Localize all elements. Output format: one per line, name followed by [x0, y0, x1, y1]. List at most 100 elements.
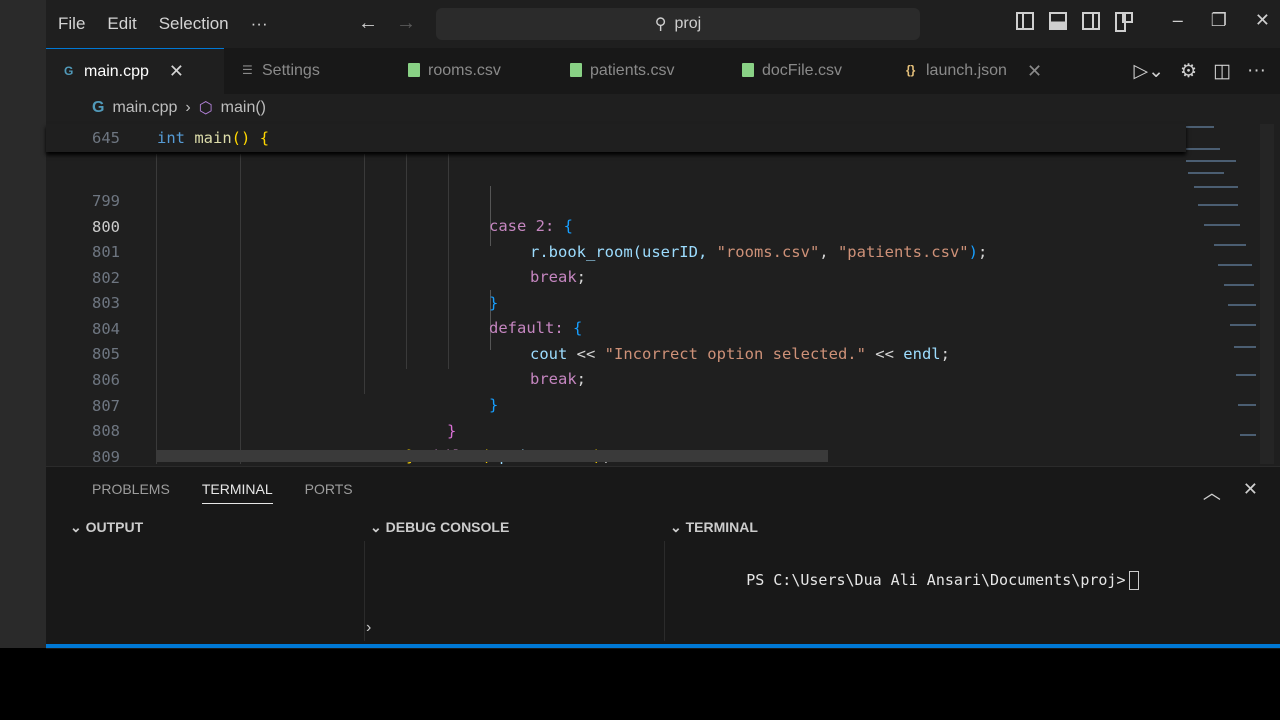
minimap-line: [1238, 404, 1256, 406]
code-line: 799 case 2: {: [46, 164, 1186, 235]
toggle-panel-icon[interactable]: [1049, 12, 1067, 30]
search-label: proj: [674, 15, 702, 32]
minimap-line: [1230, 324, 1256, 326]
title-bar: File Edit Selection ··· ← → ⚲ proj – ❐ ✕: [46, 0, 1280, 48]
minimap-line: [1218, 264, 1252, 266]
tab-patients-csv[interactable]: patients.csv: [552, 48, 724, 94]
minimap-line: [1214, 244, 1246, 246]
customize-layout-icon[interactable]: [1115, 12, 1133, 32]
toggle-primary-sidebar-icon[interactable]: [1016, 12, 1034, 30]
chevron-right-icon: ›: [185, 99, 191, 116]
cpp-icon: G: [64, 64, 74, 78]
vscode-window: File Edit Selection ··· ← → ⚲ proj – ❐ ✕…: [46, 0, 1280, 649]
terminal-prompt: PS C:\Users\Dua Ali Ansari\Documents\pro…: [746, 571, 1126, 589]
gear-icon[interactable]: ⚙: [1180, 60, 1197, 83]
debug-console-input[interactable]: ›: [366, 619, 664, 641]
run-debug-icon[interactable]: ▷⌄: [1133, 60, 1164, 83]
cpp-icon: G: [92, 99, 105, 116]
maximize-panel-icon[interactable]: ︿: [1203, 479, 1221, 505]
close-window-icon[interactable]: ✕: [1255, 10, 1270, 31]
back-arrow-icon[interactable]: ←: [358, 12, 378, 35]
toggle-secondary-sidebar-icon[interactable]: [1082, 12, 1100, 30]
debug-console-title: DEBUG CONSOLE: [385, 519, 510, 535]
tab-label: main.cpp: [84, 62, 149, 80]
panel-tabs: PROBLEMS TERMINAL PORTS: [92, 481, 353, 504]
minimap-line: [1236, 374, 1256, 376]
close-tab-icon[interactable]: ✕: [169, 61, 184, 82]
code-line: 803 default: {: [46, 266, 1186, 337]
chevron-right-icon: ›: [366, 619, 372, 636]
terminal-prompt-line[interactable]: PS C:\Users\Dua Ali Ansari\Documents\pro…: [692, 553, 1140, 608]
terminal-cursor: [1129, 571, 1140, 590]
menu-selection[interactable]: Selection: [159, 14, 229, 34]
window-left-edge: [0, 0, 46, 648]
minimap-line: [1204, 224, 1240, 226]
window-controls: – ❐ ✕: [1173, 10, 1270, 31]
tab-terminal[interactable]: TERMINAL: [201, 481, 273, 504]
tab-label: rooms.csv: [428, 62, 501, 79]
tab-ports[interactable]: PORTS: [305, 481, 353, 504]
chevron-down-icon: ⌄: [670, 519, 682, 535]
panel-controls: ︿ ✕: [1203, 479, 1258, 505]
output-title: OUTPUT: [85, 519, 144, 535]
output-section-header[interactable]: ⌄ OUTPUT: [70, 519, 143, 536]
section-divider: [664, 541, 665, 641]
minimap-line: [1184, 126, 1214, 128]
tab-label: Settings: [262, 62, 320, 79]
code-line: 807 }: [46, 369, 1186, 440]
close-panel-icon[interactable]: ✕: [1243, 479, 1258, 505]
debug-console-section-header[interactable]: ⌄ DEBUG CONSOLE: [370, 519, 509, 536]
minimap-line: [1234, 346, 1256, 348]
more-actions-icon[interactable]: ···: [1247, 60, 1266, 83]
editor-tabs: G main.cpp ✕ ☰ Settings rooms.csv patien…: [46, 48, 1280, 94]
tab-settings[interactable]: ☰ Settings: [224, 48, 390, 94]
code-line: 806 }: [46, 343, 1186, 414]
code-line-current: 800 r.book_room(userID, "rooms.csv", "pa…: [46, 190, 1186, 261]
horizontal-scrollbar[interactable]: [156, 450, 828, 462]
code-line: 805 break;: [46, 317, 1186, 388]
vertical-scrollbar[interactable]: [1260, 124, 1274, 464]
minimap-line: [1188, 172, 1224, 174]
minimap[interactable]: [1174, 124, 1260, 464]
menu-bar: File Edit Selection ···: [58, 14, 290, 34]
bottom-panel: PROBLEMS TERMINAL PORTS ︿ ✕ ⌄ OUTPUT ⌄ D…: [46, 466, 1280, 649]
minimize-icon[interactable]: –: [1173, 10, 1183, 31]
code-editor[interactable]: 799 case 2: { 800 r.book_room(userID, "r…: [46, 124, 1186, 466]
settings-icon: ☰: [242, 63, 253, 77]
sticky-scroll-header[interactable]: 645 int main() {: [46, 124, 1186, 152]
tab-main-cpp[interactable]: G main.cpp ✕: [46, 48, 224, 94]
chevron-down-icon: ⌄: [70, 519, 82, 535]
csv-icon: [570, 63, 582, 77]
layout-controls: [1016, 12, 1133, 32]
status-bar: [46, 644, 1280, 648]
minimap-line: [1194, 186, 1238, 188]
method-icon: ⬡: [198, 100, 213, 117]
split-editor-icon[interactable]: ◫: [1213, 60, 1231, 83]
menu-more[interactable]: ···: [251, 14, 268, 34]
breadcrumb-file[interactable]: main.cpp: [112, 99, 177, 117]
command-center-search[interactable]: ⚲ proj: [436, 8, 920, 40]
terminal-title: TERMINAL: [685, 519, 758, 535]
minimap-line: [1240, 434, 1256, 436]
forward-arrow-icon[interactable]: →: [396, 12, 416, 35]
close-tab-icon[interactable]: ✕: [1027, 61, 1042, 82]
tab-rooms-csv[interactable]: rooms.csv: [390, 48, 552, 94]
editor-actions: ▷⌄ ⚙ ◫ ···: [1133, 60, 1266, 83]
csv-icon: [408, 63, 420, 77]
tab-problems[interactable]: PROBLEMS: [92, 481, 170, 504]
search-icon: ⚲: [654, 16, 667, 33]
restore-icon[interactable]: ❐: [1211, 10, 1227, 31]
breadcrumb: G main.cpp › ⬡ main(): [92, 98, 266, 118]
terminal-section-header[interactable]: ⌄ TERMINAL: [670, 519, 758, 536]
menu-edit[interactable]: Edit: [107, 14, 136, 34]
tab-label: patients.csv: [590, 62, 675, 79]
menu-file[interactable]: File: [58, 14, 85, 34]
code-line: 809 break;: [46, 420, 1186, 466]
breadcrumb-symbol[interactable]: main(): [221, 99, 266, 117]
tab-launch-json[interactable]: {} launch.json ✕: [888, 48, 1058, 94]
black-backdrop: [0, 648, 1280, 720]
minimap-line: [1198, 204, 1238, 206]
tab-docfile-csv[interactable]: docFile.csv: [724, 48, 888, 94]
minimap-line: [1228, 304, 1256, 306]
json-icon: {}: [906, 63, 916, 77]
